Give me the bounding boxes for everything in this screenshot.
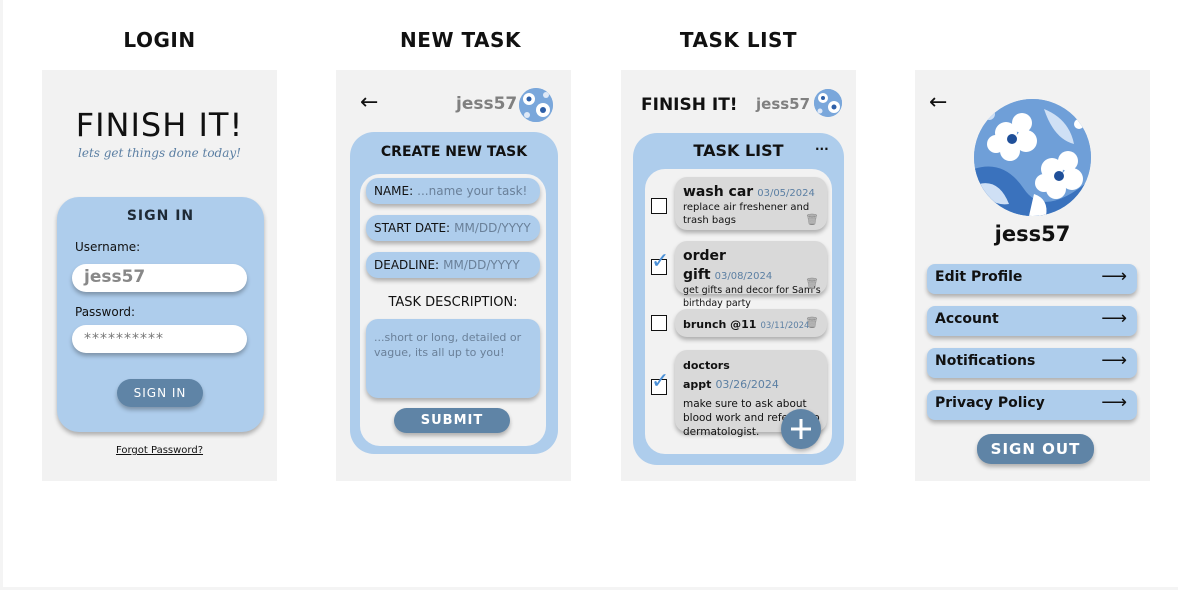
signin-header: SIGN IN xyxy=(126,208,195,224)
task-date: 03/08/2024 xyxy=(714,271,773,282)
deadline-label: DEADLINE: xyxy=(374,258,440,272)
avatar[interactable] xyxy=(814,89,842,117)
task-checkbox[interactable] xyxy=(651,315,667,331)
deadline-placeholder: MM/DD/YYYY xyxy=(443,258,520,272)
task-list-panel: wash car 03/05/2024 replace air freshener… xyxy=(645,169,832,454)
start-date-label: START DATE: xyxy=(374,221,451,235)
checkmark-icon: ✓ xyxy=(651,369,670,394)
username-field[interactable]: jess57 xyxy=(72,264,247,292)
task-item[interactable]: order gift 03/08/2024 get gifts and decor… xyxy=(675,241,827,309)
deadline-input[interactable]: DEADLINE: MM/DD/YYYY xyxy=(366,252,540,278)
menu-label: Edit Profile xyxy=(935,269,1023,285)
app-title: FINISH IT! xyxy=(75,106,244,144)
plus-icon xyxy=(791,419,811,439)
task-checkbox[interactable] xyxy=(651,198,667,214)
trash-icon[interactable]: 🗑 xyxy=(805,213,819,226)
notifications-button[interactable]: Notifications ⟶ xyxy=(927,348,1137,378)
submit-button[interactable]: SUBMIT xyxy=(394,408,510,433)
profile-screen: ← jess57 Edit Profile ⟶ Account ⟶ Notifi… xyxy=(915,70,1150,481)
create-task-card: CREATE NEW TASK NAME: ...name your task! … xyxy=(350,132,558,454)
sign-out-button[interactable]: SIGN OUT xyxy=(977,434,1094,464)
task-name-label: NAME: xyxy=(374,184,414,198)
screen-title-login: LOGIN xyxy=(123,28,196,52)
account-button[interactable]: Account ⟶ xyxy=(927,306,1137,336)
task-date: 03/11/2024 xyxy=(760,321,810,331)
signin-button[interactable]: SIGN IN xyxy=(117,379,203,407)
task-date: 03/26/2024 xyxy=(715,378,779,391)
back-arrow-icon[interactable]: ← xyxy=(360,92,378,114)
screen-title-task-list: TASK LIST xyxy=(679,28,798,52)
task-description: get gifts and decor for Sam's birthday p… xyxy=(683,285,821,309)
username-label: Username: xyxy=(75,240,141,254)
more-options-icon[interactable]: ... xyxy=(815,139,829,153)
password-label: Password: xyxy=(75,305,136,319)
task-description-textarea[interactable]: ...short or long, detailed or vague, its… xyxy=(366,319,540,398)
app-title: FINISH IT! xyxy=(641,95,738,115)
arrow-right-icon: ⟶ xyxy=(1101,392,1127,413)
tagline: lets get things done today! xyxy=(78,146,241,160)
privacy-policy-button[interactable]: Privacy Policy ⟶ xyxy=(927,390,1137,420)
create-task-header: CREATE NEW TASK xyxy=(380,144,528,160)
arrow-right-icon: ⟶ xyxy=(1101,350,1127,371)
hibiscus-pattern-icon xyxy=(974,99,1091,216)
task-name: brunch @11 xyxy=(683,318,757,331)
back-arrow-icon[interactable]: ← xyxy=(929,92,947,114)
username-value: jess57 xyxy=(84,267,146,287)
add-task-button[interactable] xyxy=(781,409,821,449)
trash-icon[interactable]: 🗑 xyxy=(805,316,819,329)
menu-label: Privacy Policy xyxy=(935,395,1045,411)
task-description-label: TASK DESCRIPTION: xyxy=(388,295,518,310)
header-username: jess57 xyxy=(756,95,811,113)
task-item[interactable]: wash car 03/05/2024 replace air freshener… xyxy=(675,177,827,230)
checkmark-icon: ✓ xyxy=(651,249,670,274)
profile-avatar[interactable] xyxy=(974,99,1091,216)
arrow-right-icon: ⟶ xyxy=(1101,266,1127,287)
menu-label: Account xyxy=(935,311,999,327)
task-list-card: TASK LIST ... wash car 03/05/2024 replace… xyxy=(633,133,844,465)
trash-icon[interactable]: 🗑 xyxy=(805,277,819,290)
task-date: 03/05/2024 xyxy=(757,188,815,199)
task-description-placeholder: ...short or long, detailed or vague, its… xyxy=(374,331,522,359)
password-field[interactable]: ********** xyxy=(72,325,247,353)
password-value: ********** xyxy=(84,331,164,347)
avatar[interactable] xyxy=(519,88,553,122)
login-screen: FINISH IT! lets get things done today! S… xyxy=(42,70,277,481)
task-list-screen: FINISH IT! jess57 TASK LIST ... wash car… xyxy=(621,70,856,481)
task-description: replace air freshener and trash bags xyxy=(683,202,810,226)
task-item[interactable]: brunch @11 03/11/2024 🗑 xyxy=(675,309,827,337)
screen-title-new-task: NEW TASK xyxy=(400,28,521,52)
start-date-input[interactable]: START DATE: MM/DD/YYYY xyxy=(366,215,540,241)
task-name: wash car xyxy=(683,184,754,200)
task-list-header: TASK LIST xyxy=(693,141,784,160)
task-name-input[interactable]: NAME: ...name your task! xyxy=(366,178,540,204)
edit-profile-button[interactable]: Edit Profile ⟶ xyxy=(927,264,1137,294)
new-task-screen: ← jess57 CREATE NEW TASK NAME: ...name yo… xyxy=(336,70,571,481)
arrow-right-icon: ⟶ xyxy=(1101,308,1127,329)
hibiscus-pattern-icon xyxy=(814,89,842,117)
hibiscus-pattern-icon xyxy=(519,88,553,122)
start-date-placeholder: MM/DD/YYYY xyxy=(454,221,531,235)
forgot-password-link[interactable]: Forgot Password? xyxy=(42,445,277,456)
menu-label: Notifications xyxy=(935,353,1036,369)
profile-username: jess57 xyxy=(994,222,1071,246)
signin-card: SIGN IN Username: jess57 Password: *****… xyxy=(57,197,264,432)
create-task-form: NAME: ...name your task! START DATE: MM/DD… xyxy=(360,174,546,446)
header-username: jess57 xyxy=(456,94,518,114)
task-name-placeholder: ...name your task! xyxy=(417,184,528,198)
